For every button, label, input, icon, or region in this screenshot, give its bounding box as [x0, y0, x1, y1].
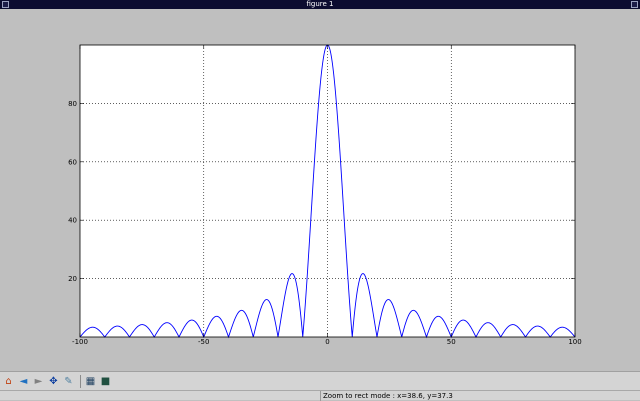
save-icon[interactable]: ■: [99, 375, 112, 388]
x-tick-label: 0: [325, 338, 329, 346]
axes-background: [80, 45, 575, 337]
x-tick-label: -50: [198, 338, 209, 346]
window-menu-button[interactable]: [2, 1, 9, 8]
window-title: figure 1: [307, 0, 334, 9]
home-icon[interactable]: ⌂: [2, 375, 15, 388]
figure-window: figure 1 -100 -50 0 50 100 20 40 60 80 ⌂◄►✥✎ ▦■ Z…: [0, 0, 640, 400]
toolbar-separator: [80, 375, 81, 388]
y-tick-label: 80: [68, 100, 77, 108]
subplots-icon[interactable]: ▦: [84, 375, 97, 388]
title-bar: figure 1: [0, 0, 640, 9]
plot-svg[interactable]: -100 -50 0 50 100 20 40 60 80: [0, 9, 640, 371]
y-tick-label: 60: [68, 158, 77, 166]
back-icon[interactable]: ◄: [17, 375, 30, 388]
y-tick-label: 40: [68, 217, 77, 225]
status-bar: Zoom to rect mode : x=38.6, y=37.3: [0, 390, 640, 400]
window-maximize-button[interactable]: [631, 1, 638, 8]
navigation-toolbar: ⌂◄►✥✎ ▦■: [0, 371, 640, 390]
y-tick-label: 20: [68, 275, 77, 283]
zoom-icon[interactable]: ✎: [62, 375, 75, 388]
figure-canvas[interactable]: -100 -50 0 50 100 20 40 60 80: [0, 9, 640, 371]
x-tick-label: 100: [568, 338, 581, 346]
x-tick-label: 50: [447, 338, 456, 346]
pan-icon[interactable]: ✥: [47, 375, 60, 388]
forward-icon[interactable]: ►: [32, 375, 45, 388]
x-tick-label: -100: [72, 338, 88, 346]
